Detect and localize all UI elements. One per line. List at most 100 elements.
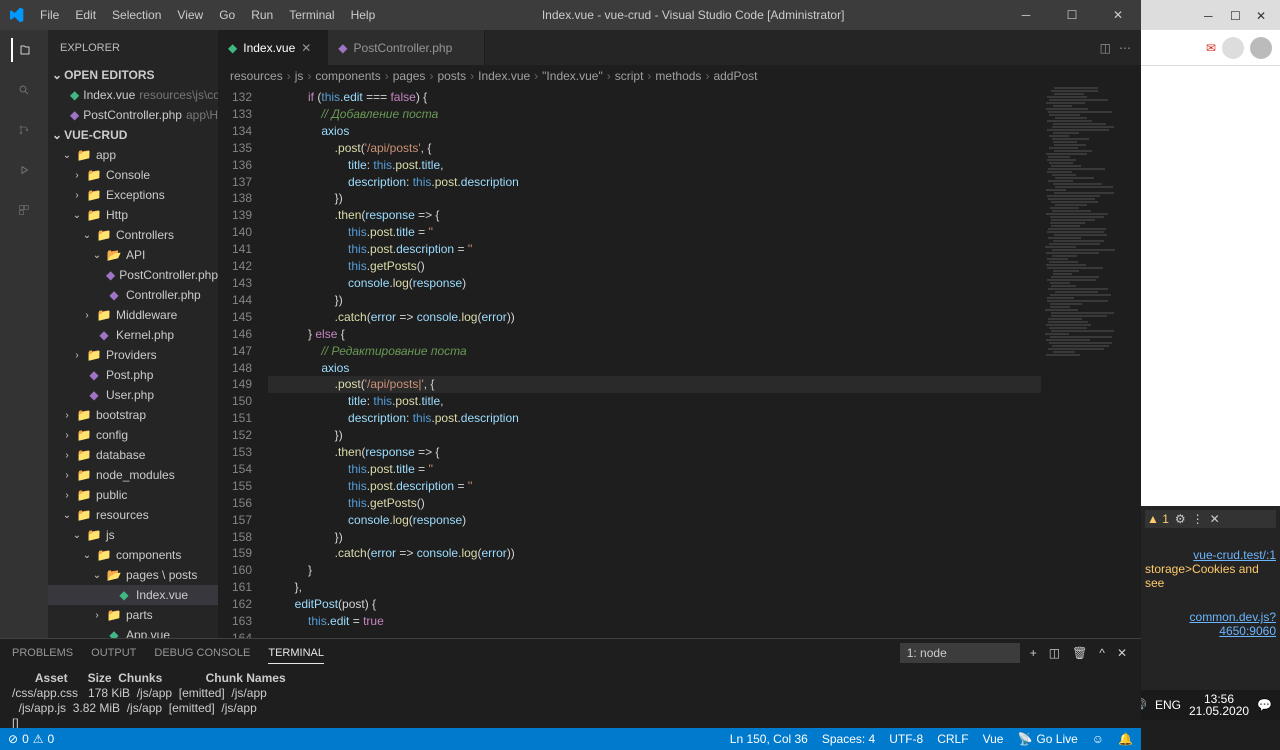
breadcrumb-item[interactable]: posts xyxy=(437,69,466,83)
gear-icon[interactable]: ⚙ xyxy=(1175,512,1186,526)
tree-item-App[interactable]: ◆ App.vue xyxy=(48,625,218,638)
tree-item-Controllers[interactable]: ⌄📁 Controllers xyxy=(48,225,218,245)
tree-item-Exceptions[interactable]: ›📁 Exceptions xyxy=(48,185,218,205)
tree-item-Index[interactable]: ◆ Index.vue xyxy=(48,585,218,605)
breadcrumb-item[interactable]: script xyxy=(615,69,644,83)
tree-item-Providers[interactable]: ›📁 Providers xyxy=(48,345,218,365)
tree-item-components[interactable]: ⌄📁 components xyxy=(48,545,218,565)
menu-edit[interactable]: Edit xyxy=(67,4,104,26)
bg-minimize-icon[interactable]: ─ xyxy=(1204,9,1216,21)
code-content[interactable]: if (this.edit === false) { // Добавление… xyxy=(268,87,1041,638)
source-control-icon[interactable] xyxy=(12,118,36,142)
terminal-output[interactable]: Asset Size Chunks Chunk Names /css/app.c… xyxy=(0,667,1141,728)
tray-language[interactable]: ENG xyxy=(1155,698,1181,712)
status-golive[interactable]: 📡 Go Live xyxy=(1017,732,1077,746)
panel-tab-debug[interactable]: DEBUG CONSOLE xyxy=(154,643,250,663)
status-language[interactable]: Vue xyxy=(983,732,1004,746)
tree-item-Console[interactable]: ›📁 Console xyxy=(48,165,218,185)
split-terminal-icon[interactable]: ◫ xyxy=(1047,644,1062,662)
status-spaces[interactable]: Spaces: 4 xyxy=(822,732,875,746)
close-icon[interactable]: ✕ xyxy=(301,41,317,55)
panel-tab-terminal[interactable]: TERMINAL xyxy=(268,643,324,664)
console-link[interactable]: vue-crud.test/:1 xyxy=(1193,548,1276,562)
project-section[interactable]: ⌄VUE-CRUD xyxy=(48,125,218,145)
breadcrumb-item[interactable]: resources xyxy=(230,69,283,83)
tree-item-Http[interactable]: ⌄📁 Http xyxy=(48,205,218,225)
status-eol[interactable]: CRLF xyxy=(937,732,968,746)
tray-date[interactable]: 21.05.2020 xyxy=(1189,705,1249,717)
tree-item-database[interactable]: ›📁 database xyxy=(48,445,218,465)
status-bell-icon[interactable]: 🔔 xyxy=(1118,732,1133,746)
tree-item-public[interactable]: ›📁 public xyxy=(48,485,218,505)
tree-item-parts[interactable]: ›📁 parts xyxy=(48,605,218,625)
open-editor-item[interactable]: ◆PostController.php app\Htt... xyxy=(48,105,218,125)
tree-item-PostController[interactable]: ◆ PostController.php xyxy=(48,265,218,285)
tree-item-User[interactable]: ◆ User.php xyxy=(48,385,218,405)
bg-close-icon[interactable]: ✕ xyxy=(1256,9,1268,21)
breadcrumb-item[interactable]: pages xyxy=(393,69,426,83)
menu-run[interactable]: Run xyxy=(243,4,281,26)
panel-tab-problems[interactable]: PROBLEMS xyxy=(12,643,73,663)
menu-go[interactable]: Go xyxy=(211,4,243,26)
open-editors-section[interactable]: ⌄OPEN EDITORS xyxy=(48,65,218,85)
close-icon[interactable]: ✕ xyxy=(1210,512,1220,526)
breadcrumb-item[interactable]: addPost xyxy=(713,69,757,83)
tree-item-app[interactable]: ⌄📁 app xyxy=(48,145,218,165)
extensions-icon[interactable] xyxy=(12,198,36,222)
open-editor-item[interactable]: ◆Index.vue resources\js\com... xyxy=(48,85,218,105)
close-panel-icon[interactable]: ✕ xyxy=(1115,644,1129,662)
kill-terminal-icon[interactable]: 🗑 xyxy=(1070,644,1089,662)
breadcrumb[interactable]: resources›js›components›pages›posts›Inde… xyxy=(218,65,1141,87)
menu-file[interactable]: File xyxy=(32,4,67,26)
debug-icon[interactable] xyxy=(12,158,36,182)
search-icon[interactable] xyxy=(12,78,36,102)
browser-devtools[interactable]: ▲ 1 ⚙ ⋮ ✕ vue-crud.test/:1 storage>Cooki… xyxy=(1141,506,1280,690)
editor-area: ◆Index.vue✕ ◆PostController.php ◫ ⋯ reso… xyxy=(218,30,1141,638)
more-actions-icon[interactable]: ⋯ xyxy=(1119,41,1131,55)
breadcrumb-item[interactable]: Index.vue xyxy=(478,69,530,83)
status-encoding[interactable]: UTF-8 xyxy=(889,732,923,746)
breadcrumb-item[interactable]: "Index.vue" xyxy=(542,69,603,83)
terminal-select[interactable]: 1: node xyxy=(900,643,1020,663)
breadcrumb-item[interactable]: methods xyxy=(655,69,701,83)
tree-item-Middleware[interactable]: ›📁 Middleware xyxy=(48,305,218,325)
explorer-icon[interactable] xyxy=(11,38,35,62)
menu-help[interactable]: Help xyxy=(343,4,384,26)
close-button[interactable]: ✕ xyxy=(1095,0,1141,30)
dots-icon[interactable]: ⋮ xyxy=(1192,512,1204,526)
new-terminal-icon[interactable]: + xyxy=(1028,644,1039,662)
tree-item-config[interactable]: ›📁 config xyxy=(48,425,218,445)
tree-item-pages_posts[interactable]: ⌄📂 pages \ posts xyxy=(48,565,218,585)
status-line-col[interactable]: Ln 150, Col 36 xyxy=(730,732,808,746)
breadcrumb-item[interactable]: components xyxy=(315,69,380,83)
tree-item-Post[interactable]: ◆ Post.php xyxy=(48,365,218,385)
tree-item-js[interactable]: ⌄📁 js xyxy=(48,525,218,545)
minimap[interactable] xyxy=(1041,87,1141,638)
console-link[interactable]: common.dev.js?4650:9060 xyxy=(1190,610,1276,638)
tab-postcontroller[interactable]: ◆PostController.php xyxy=(328,30,485,65)
status-feedback-icon[interactable]: ☺ xyxy=(1092,732,1104,746)
avatar[interactable] xyxy=(1250,37,1272,59)
menu-terminal[interactable]: Terminal xyxy=(281,4,342,26)
extension-icon[interactable] xyxy=(1222,37,1244,59)
menu-view[interactable]: View xyxy=(169,4,211,26)
tree-item-Controller[interactable]: ◆ Controller.php xyxy=(48,285,218,305)
mail-icon[interactable]: ✉ xyxy=(1206,41,1216,55)
panel-tab-output[interactable]: OUTPUT xyxy=(91,643,136,663)
tree-item-API[interactable]: ⌄📂 API xyxy=(48,245,218,265)
tree-item-Kernel[interactable]: ◆ Kernel.php xyxy=(48,325,218,345)
tab-index-vue[interactable]: ◆Index.vue✕ xyxy=(218,30,328,65)
breadcrumb-item[interactable]: js xyxy=(295,69,304,83)
notifications-icon[interactable]: 💬 xyxy=(1257,698,1272,712)
minimize-button[interactable]: ─ xyxy=(1003,0,1049,30)
tree-item-resources[interactable]: ⌄📁 resources xyxy=(48,505,218,525)
status-errors[interactable]: ⊘ 0 ⚠ 0 xyxy=(8,732,54,746)
menu-selection[interactable]: Selection xyxy=(104,4,169,26)
editor-body[interactable]: 1321331341351361371381391401411421431441… xyxy=(218,87,1141,638)
maximize-panel-icon[interactable]: ^ xyxy=(1097,644,1107,662)
maximize-button[interactable]: ☐ xyxy=(1049,0,1095,30)
split-editor-icon[interactable]: ◫ xyxy=(1100,41,1111,55)
tree-item-bootstrap[interactable]: ›📁 bootstrap xyxy=(48,405,218,425)
tree-item-node_modules[interactable]: ›📁 node_modules xyxy=(48,465,218,485)
bg-maximize-icon[interactable]: ☐ xyxy=(1230,9,1242,21)
